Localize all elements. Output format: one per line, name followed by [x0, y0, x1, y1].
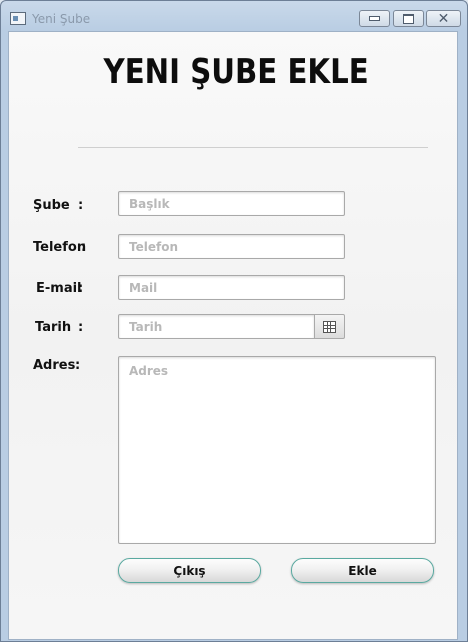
date-colon: :: [78, 320, 84, 335]
email-colon: :: [78, 281, 84, 296]
exit-button[interactable]: Çıkış: [118, 558, 261, 583]
close-icon: ✕: [437, 10, 450, 27]
close-button[interactable]: ✕: [426, 10, 461, 27]
date-input[interactable]: [118, 314, 315, 339]
window-title: Yeni Şube: [32, 12, 91, 26]
title-bar[interactable]: Yeni Şube ✕: [1, 1, 467, 31]
address-colon: :: [75, 358, 81, 373]
phone-label: Telefon: [33, 240, 87, 255]
maximize-button[interactable]: [393, 10, 424, 27]
calendar-icon: [323, 320, 336, 333]
email-label: E-mail: [36, 281, 82, 296]
branch-colon: :: [78, 198, 84, 213]
title-divider: [78, 147, 428, 148]
branch-input[interactable]: [118, 191, 345, 216]
maximize-icon: [403, 13, 414, 24]
branch-label: Şube: [33, 198, 70, 213]
address-textarea[interactable]: [118, 356, 436, 544]
app-icon: [10, 12, 26, 25]
phone-input[interactable]: [118, 234, 345, 259]
minimize-icon: [369, 16, 380, 21]
date-picker: [118, 314, 345, 339]
address-label: Adres: [33, 358, 76, 373]
page-title: YENI ŞUBE EKLE: [103, 52, 369, 92]
add-button[interactable]: Ekle: [291, 558, 434, 583]
date-label: Tarih: [35, 320, 72, 335]
minimize-button[interactable]: [359, 10, 390, 27]
email-input[interactable]: [118, 275, 345, 300]
calendar-button[interactable]: [314, 314, 345, 339]
phone-colon: :: [81, 240, 87, 255]
